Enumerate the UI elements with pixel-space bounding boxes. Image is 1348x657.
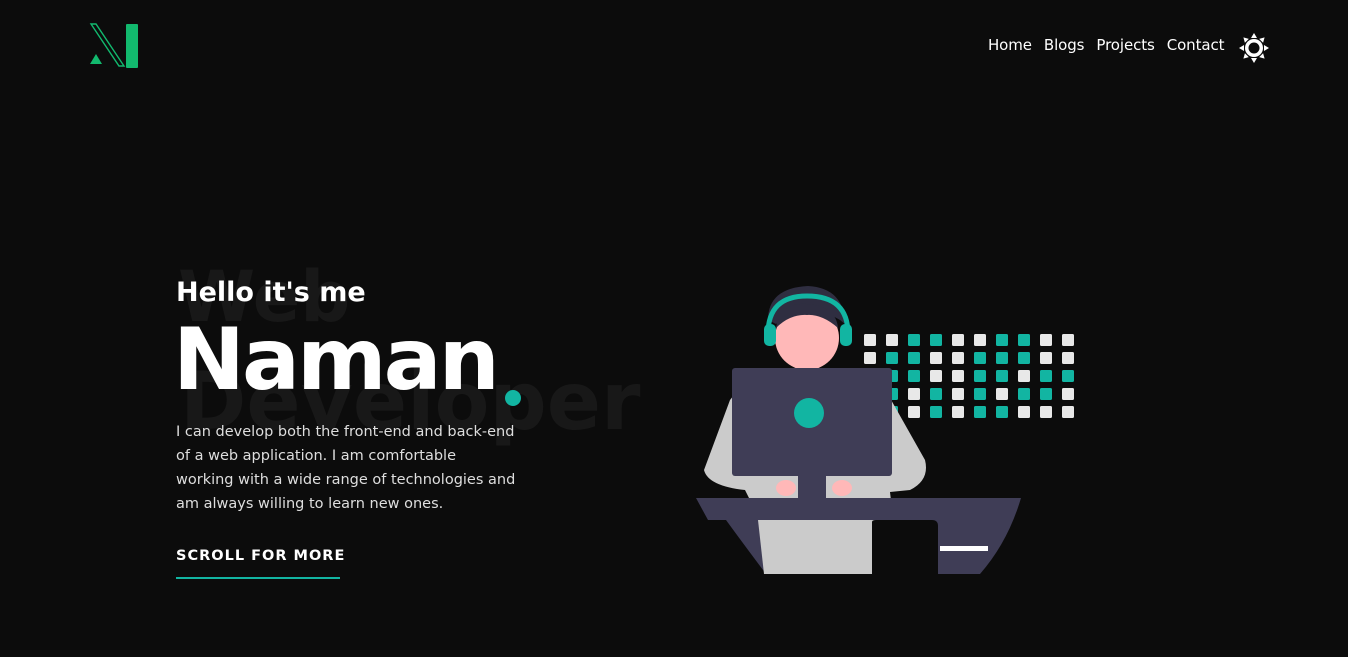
grid-dot bbox=[996, 370, 1008, 382]
hero-greeting: Hello it's me bbox=[176, 277, 366, 308]
grid-dot bbox=[1062, 334, 1074, 346]
grid-dot bbox=[1040, 370, 1052, 382]
grid-dot bbox=[930, 334, 942, 346]
n-logo-icon[interactable] bbox=[88, 22, 140, 70]
nav-contact[interactable]: Contact bbox=[1167, 36, 1225, 54]
grid-dot bbox=[908, 370, 920, 382]
grid-dot bbox=[974, 388, 986, 400]
grid-dot bbox=[996, 352, 1008, 364]
developer-illustration bbox=[696, 286, 1074, 574]
grid-dot bbox=[974, 370, 986, 382]
cta-underline bbox=[176, 577, 340, 579]
grid-dot bbox=[996, 334, 1008, 346]
grid-dot bbox=[952, 406, 964, 418]
dot-grid bbox=[864, 334, 1074, 418]
grid-dot bbox=[864, 352, 876, 364]
grid-dot bbox=[974, 334, 986, 346]
grid-dot bbox=[1018, 352, 1030, 364]
grid-dot bbox=[1062, 406, 1074, 418]
grid-dot bbox=[886, 352, 898, 364]
page: Home Blogs Projects Contact Web Develope… bbox=[0, 0, 1348, 657]
grid-dot bbox=[1018, 334, 1030, 346]
grid-dot bbox=[996, 406, 1008, 418]
name-accent-dot bbox=[505, 390, 521, 406]
main-nav: Home Blogs Projects Contact bbox=[988, 36, 1225, 54]
grid-dot bbox=[1018, 406, 1030, 418]
grid-dot bbox=[952, 370, 964, 382]
grid-dot bbox=[930, 388, 942, 400]
grid-dot bbox=[1018, 388, 1030, 400]
grid-dot bbox=[974, 352, 986, 364]
grid-dot bbox=[1040, 388, 1052, 400]
grid-dot bbox=[930, 406, 942, 418]
scroll-for-more-link[interactable]: SCROLL FOR MORE bbox=[176, 548, 345, 564]
nav-projects[interactable]: Projects bbox=[1096, 36, 1154, 54]
grid-dot bbox=[1018, 370, 1030, 382]
grid-dot bbox=[952, 388, 964, 400]
grid-dot bbox=[908, 334, 920, 346]
grid-dot bbox=[1040, 352, 1052, 364]
grid-dot bbox=[930, 352, 942, 364]
grid-dot bbox=[974, 406, 986, 418]
grid-dot bbox=[908, 388, 920, 400]
grid-dot bbox=[886, 334, 898, 346]
grid-dot bbox=[930, 370, 942, 382]
grid-dot bbox=[908, 352, 920, 364]
grid-dot bbox=[1062, 370, 1074, 382]
sun-icon[interactable] bbox=[1238, 32, 1270, 64]
grid-dot bbox=[1040, 406, 1052, 418]
nav-home[interactable]: Home bbox=[988, 36, 1032, 54]
grid-dot bbox=[1062, 388, 1074, 400]
hero-intro: I can develop both the front-end and bac… bbox=[176, 424, 516, 512]
grid-dot bbox=[864, 334, 876, 346]
nav-blogs[interactable]: Blogs bbox=[1044, 36, 1085, 54]
grid-dot bbox=[952, 352, 964, 364]
grid-dot bbox=[1062, 352, 1074, 364]
grid-dot bbox=[1040, 334, 1052, 346]
grid-dot bbox=[908, 406, 920, 418]
hero-name: Naman bbox=[173, 310, 500, 410]
grid-dot bbox=[996, 388, 1008, 400]
grid-dot bbox=[952, 334, 964, 346]
